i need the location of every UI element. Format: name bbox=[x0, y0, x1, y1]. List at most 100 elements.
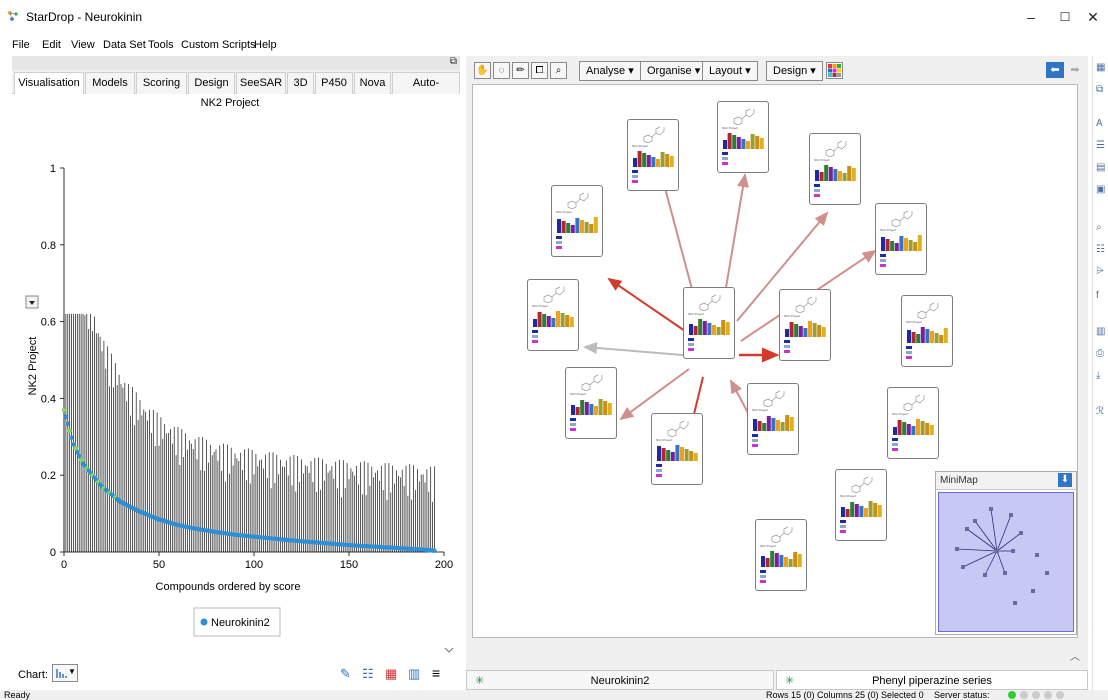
compound-node[interactable]: NK2 Project bbox=[901, 295, 953, 367]
menu-view[interactable]: View bbox=[71, 39, 95, 51]
function-icon[interactable]: f bbox=[1096, 290, 1107, 301]
chevron-up-icon[interactable]: ︿ bbox=[1070, 648, 1080, 663]
node-legend bbox=[814, 184, 858, 200]
compound-node[interactable]: NK2 Project bbox=[875, 203, 927, 275]
font-icon[interactable]: A bbox=[1096, 118, 1107, 129]
close-button[interactable]: ✕ bbox=[1078, 6, 1108, 28]
edge[interactable] bbox=[607, 277, 686, 332]
node-title: NK2 Project bbox=[532, 304, 549, 308]
tab-3d[interactable]: 3D bbox=[287, 72, 314, 94]
color-grid-icon[interactable] bbox=[826, 62, 843, 79]
compound-node[interactable]: NK2 Project bbox=[683, 287, 735, 359]
tab-scoring[interactable]: Scoring bbox=[136, 72, 187, 94]
molecule-structure-icon bbox=[851, 476, 873, 493]
menu-icon[interactable]: ≡ bbox=[432, 665, 440, 681]
add-chart-icon[interactable]: ▥ bbox=[408, 666, 420, 682]
tab-nova[interactable]: Nova bbox=[354, 72, 391, 94]
chart-title: NK2 Project bbox=[201, 97, 260, 109]
compound-node[interactable]: NK2 Project bbox=[627, 119, 679, 191]
list-icon[interactable]: ☷ bbox=[1096, 244, 1107, 255]
export-icon[interactable]: ⤓ bbox=[1096, 370, 1107, 381]
hand-icon[interactable]: ✋ bbox=[474, 62, 491, 79]
node-title: NK2 Project bbox=[688, 312, 705, 316]
x-axis: 0 50 100 150 200 bbox=[61, 551, 453, 571]
edge[interactable] bbox=[583, 341, 684, 356]
color-grid-swatch bbox=[828, 64, 841, 77]
edit-icon[interactable]: ✎ bbox=[340, 666, 351, 682]
menu-help[interactable]: Help bbox=[254, 39, 277, 51]
r-group-icon[interactable]: ℛ bbox=[1096, 406, 1107, 417]
scroll-down-icon[interactable] bbox=[444, 647, 454, 653]
columns-icon[interactable]: ☰ bbox=[1096, 140, 1107, 151]
node-title: NK2 Project bbox=[570, 392, 587, 396]
back-arrow-button[interactable]: ⬅ bbox=[1046, 62, 1064, 78]
tab-phenyl-piperazine-series[interactable]: ✳ Phenyl piperazine series bbox=[776, 670, 1088, 690]
organise-dropdown[interactable]: Organise ▾ bbox=[640, 61, 708, 81]
error-bars bbox=[63, 313, 435, 552]
table-icon[interactable]: ▤ bbox=[1096, 162, 1107, 173]
menu-file[interactable]: File bbox=[12, 39, 30, 51]
layout-dropdown[interactable]: Layout ▾ bbox=[702, 61, 758, 81]
x-tick-label: 100 bbox=[245, 559, 263, 571]
network-canvas[interactable]: NK2 Project NK2 Project NK2 Project NK2 … bbox=[472, 84, 1078, 638]
minimize-button[interactable]: – bbox=[1016, 6, 1046, 28]
compound-node[interactable]: NK2 Project bbox=[747, 383, 799, 455]
tab-neurokinin2[interactable]: ✳ Neurokinin2 bbox=[466, 670, 774, 690]
grid-icon[interactable]: ▦ bbox=[385, 666, 397, 682]
checklist-icon[interactable]: ☷ bbox=[362, 666, 374, 682]
print-icon[interactable]: ⎙ bbox=[1096, 348, 1107, 359]
compound-node[interactable]: NK2 Project bbox=[835, 469, 887, 541]
side-toolbar: ▦ ⧉ A ☰ ▤ ▣ ⌕ ☷ ⩥ f ▥ ⎙ ⤓ ℛ bbox=[1092, 56, 1108, 690]
menu-data-set[interactable]: Data Set bbox=[103, 39, 146, 51]
filter-icon[interactable]: ⩥ bbox=[1096, 266, 1107, 277]
grid-view-icon[interactable]: ▦ bbox=[1096, 62, 1107, 73]
property-bars bbox=[785, 321, 826, 337]
status-bar: Ready Rows 15 (0) Columns 25 (0) Selecte… bbox=[0, 690, 1108, 700]
compound-node[interactable]: NK2 Project bbox=[755, 519, 807, 591]
node-title: NK2 Project bbox=[906, 320, 923, 324]
tab-auto-modeller[interactable]: Auto-Modeller bbox=[392, 72, 460, 109]
node-select-icon[interactable]: ⧠ bbox=[531, 62, 548, 79]
search-icon[interactable]: ⌕ bbox=[1096, 222, 1107, 233]
compound-node[interactable]: NK2 Project bbox=[887, 387, 939, 459]
node-title: NK2 Project bbox=[784, 314, 801, 318]
compound-node[interactable]: NK2 Project bbox=[651, 413, 703, 485]
node-legend bbox=[656, 464, 700, 480]
forward-arrow-button[interactable]: ➡ bbox=[1066, 62, 1084, 78]
tab-visualisation[interactable]: Visualisation bbox=[14, 72, 84, 95]
calendar-icon[interactable]: ▣ bbox=[1096, 184, 1107, 195]
minimap-toggle-icon[interactable]: ⬇ bbox=[1058, 473, 1072, 487]
pencil-icon[interactable]: ✏ bbox=[512, 62, 529, 79]
y-tick-label: 0.4 bbox=[41, 393, 56, 405]
compound-node[interactable]: NK2 Project bbox=[809, 133, 861, 205]
maximize-button[interactable]: ☐ bbox=[1050, 6, 1080, 28]
barcode-icon[interactable]: ▥ bbox=[1096, 326, 1107, 337]
minimap-view[interactable] bbox=[938, 492, 1074, 632]
float-panel-icon[interactable]: ⧉ bbox=[450, 56, 457, 67]
edge[interactable] bbox=[619, 368, 690, 421]
node-title: NK2 Project bbox=[656, 438, 673, 442]
menu-edit[interactable]: Edit bbox=[42, 39, 61, 51]
tab-p450[interactable]: P450 bbox=[315, 72, 353, 94]
menu-tools[interactable]: Tools bbox=[148, 39, 174, 51]
y-axis-dropdown[interactable] bbox=[25, 295, 39, 309]
chevron-down-icon[interactable]: ▼ bbox=[68, 667, 76, 676]
compound-node[interactable]: NK2 Project bbox=[551, 185, 603, 257]
tab-models[interactable]: Models bbox=[85, 72, 135, 94]
compound-node[interactable]: NK2 Project bbox=[565, 367, 617, 439]
menu-custom-scripts[interactable]: Custom Scripts bbox=[181, 39, 256, 51]
tab-design[interactable]: Design bbox=[188, 72, 235, 94]
lasso-icon[interactable]: ◌ bbox=[493, 62, 510, 79]
zoom-icon[interactable]: ⌕ bbox=[550, 62, 567, 79]
compound-node[interactable]: NK2 Project bbox=[779, 289, 831, 361]
stardrop-logo-icon bbox=[8, 11, 18, 21]
tab-seesar[interactable]: SeeSAR bbox=[236, 72, 286, 94]
compound-node[interactable]: NK2 Project bbox=[717, 101, 769, 173]
minimap-panel[interactable]: MiniMap ⬇ bbox=[935, 471, 1077, 635]
analyse-dropdown[interactable]: Analyse ▾ bbox=[579, 61, 641, 81]
property-bars bbox=[689, 319, 730, 335]
minimap-title: MiniMap bbox=[940, 475, 978, 486]
design-dropdown[interactable]: Design ▾ bbox=[766, 61, 823, 81]
compound-node[interactable]: NK2 Project bbox=[527, 279, 579, 351]
copy-icon[interactable]: ⧉ bbox=[1096, 84, 1107, 95]
